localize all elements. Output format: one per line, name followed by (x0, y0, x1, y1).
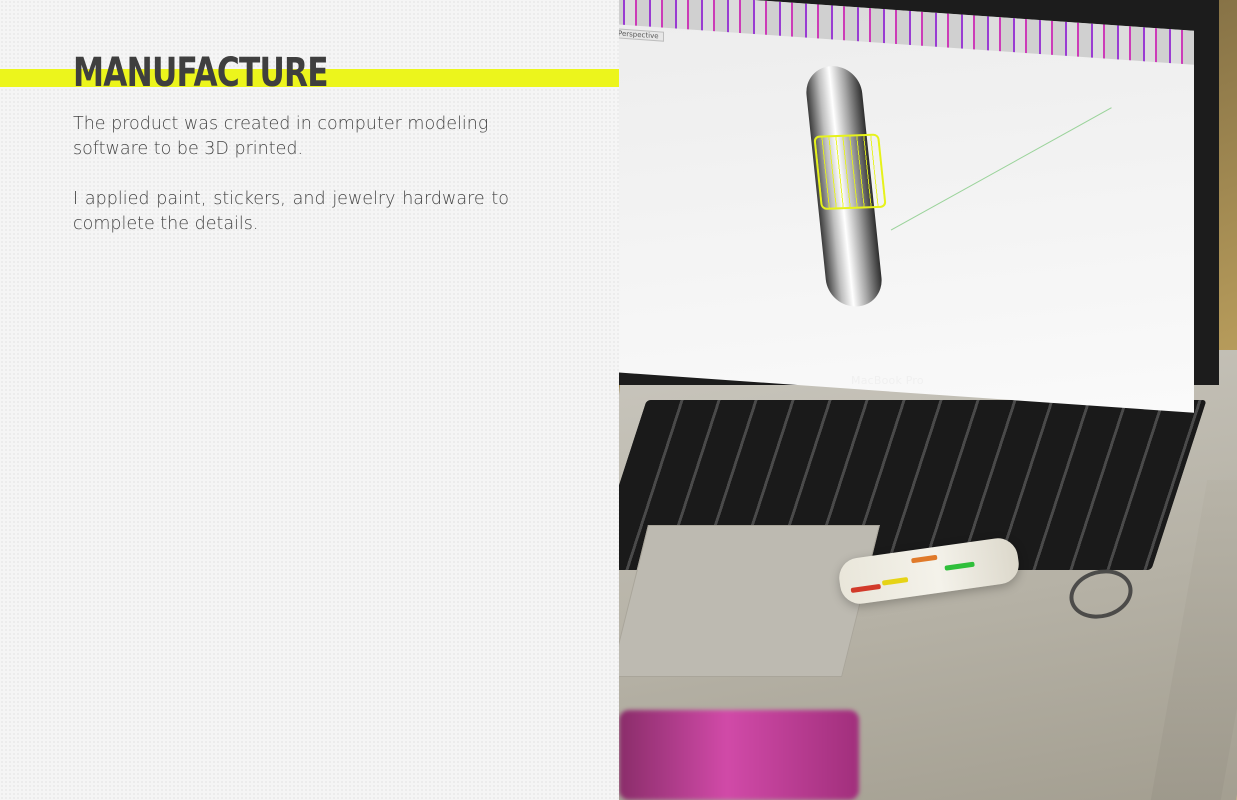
keychain-orange-stripe (911, 554, 938, 564)
paragraph-modeling: The product was created in computer mode… (73, 114, 489, 159)
viewport-label: Perspective (619, 28, 664, 42)
blurred-phone (619, 710, 859, 800)
cad-screen: Perspective (619, 0, 1194, 413)
text-panel: MANUFACTURE The product was created in c… (0, 0, 619, 800)
keychain-green-stripe (944, 561, 975, 571)
laptop-brand-label: MacBook Pro (851, 374, 924, 387)
laptop-trackpad (619, 525, 880, 677)
keychain-red-stripe (850, 583, 882, 594)
page-title: MANUFACTURE (73, 50, 329, 96)
cad-toolbar (619, 0, 1194, 65)
keychain-yellow-stripe (881, 577, 909, 586)
selected-wireframe-band (813, 133, 887, 210)
laptop-screen-frame: Perspective (619, 0, 1219, 413)
axis-line (890, 107, 1112, 231)
laptop-photo: Perspective MacBook Pro (619, 0, 1237, 800)
paragraph-details: I applied paint, stickers, and jewelry h… (73, 189, 509, 234)
